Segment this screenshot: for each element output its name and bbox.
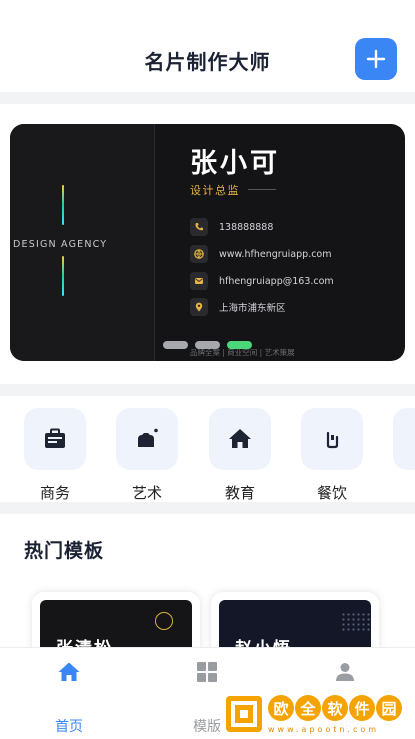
category-label: 医 (393, 482, 415, 502)
category-food[interactable]: 餐饮 (301, 408, 363, 502)
section-title: 热门模板 (24, 540, 105, 562)
hero-carousel[interactable]: DESIGN AGENCY 张小可 设计总监 138888888 www.hfh… (0, 104, 415, 384)
carousel-dot[interactable] (163, 341, 188, 349)
watermark-char: 全 (295, 695, 321, 721)
carousel-dot[interactable] (195, 341, 220, 349)
plus-icon (366, 49, 386, 69)
role-divider (248, 189, 276, 190)
briefcase-icon (45, 428, 65, 448)
glow-line-bottom (62, 256, 64, 296)
phone-text: 138888888 (219, 221, 274, 233)
home-icon (229, 429, 251, 448)
dot-grid-ornament (341, 612, 371, 632)
watermark-char: 件 (349, 695, 375, 721)
website-row: www.hfhengruiapp.com (190, 245, 332, 263)
watermark-char: 软 (322, 695, 348, 721)
category-art[interactable]: 艺术 (116, 408, 178, 502)
template-card[interactable]: 张清松 (32, 592, 200, 654)
template-preview: 张清松 (40, 600, 192, 654)
carousel-dot-active[interactable] (227, 341, 252, 349)
carousel-indicator (163, 341, 252, 349)
address-row: 上海市浦东新区 (190, 298, 286, 316)
phone-row: 138888888 (190, 218, 273, 236)
card-role: 设计总监 (190, 184, 240, 197)
email-text: hfhengruiapp@163.com (219, 275, 334, 287)
website-text: www.hfhengruiapp.com (219, 248, 332, 260)
category-label: 教育 (224, 484, 255, 502)
site-watermark: 欧 全 软 件 园 www.apootn.com (220, 690, 415, 739)
category-label: 商务 (39, 484, 70, 502)
palette-icon (138, 428, 158, 447)
business-card-preview[interactable]: DESIGN AGENCY 张小可 设计总监 138888888 www.hfh… (10, 124, 405, 361)
category-education[interactable]: 教育 (209, 408, 271, 502)
template-preview: 赵小悟 (219, 600, 371, 654)
user-icon (336, 663, 354, 681)
grid-icon (197, 662, 217, 682)
globe-icon (190, 245, 208, 263)
category-business[interactable]: 商务 (24, 408, 86, 502)
category-label: 餐饮 (316, 484, 347, 502)
watermark-char: 园 (376, 695, 402, 721)
tab-label: 首页 (55, 719, 83, 735)
add-button[interactable] (355, 38, 397, 80)
agency-label: DESIGN AGENCY (13, 239, 108, 250)
watermark-char: 欧 (268, 695, 294, 721)
card-left-panel: DESIGN AGENCY (10, 124, 155, 361)
category-label: 艺术 (131, 484, 162, 502)
home-icon (58, 662, 80, 681)
watermark-text: 欧 全 软 件 园 (268, 695, 402, 721)
email-row: hfhengruiapp@163.com (190, 272, 334, 290)
medical-icon (411, 426, 415, 452)
tab-home[interactable]: 首页 (0, 648, 138, 739)
cup-icon (326, 431, 339, 449)
page-title: 名片制作大师 (144, 50, 271, 74)
watermark-logo-icon (226, 696, 262, 732)
category-list[interactable]: 商务 艺术 教育 餐饮 (0, 396, 415, 502)
top-bar: 名片制作大师 (0, 0, 415, 92)
hot-templates-section: 热门模板 张清松 赵小悟 (0, 514, 415, 654)
phone-icon (190, 218, 208, 236)
watermark-url: www.apootn.com (268, 725, 380, 734)
category-medical[interactable]: 医 (393, 408, 415, 502)
template-card[interactable]: 赵小悟 (211, 592, 379, 654)
circle-ornament (155, 612, 173, 630)
card-person-name: 张小可 (190, 148, 280, 179)
location-pin-icon (190, 298, 208, 316)
address-text: 上海市浦东新区 (219, 303, 286, 314)
glow-line-top (62, 185, 64, 225)
mail-icon (190, 272, 208, 290)
